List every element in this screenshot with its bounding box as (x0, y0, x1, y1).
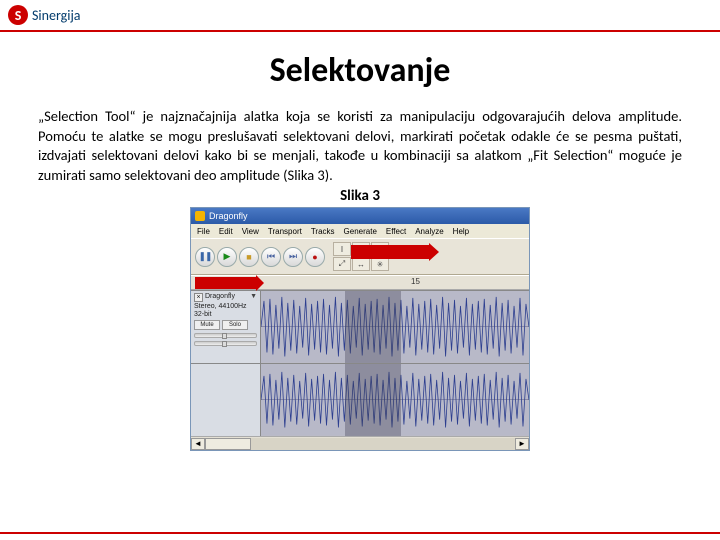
record-icon: ● (312, 252, 317, 262)
scroll-right-button[interactable]: ► (515, 438, 529, 450)
skip-start-icon: ⏮ (267, 251, 275, 262)
slider-thumb[interactable] (222, 341, 227, 347)
play-icon: ▶ (224, 251, 231, 262)
pause-icon: ❚❚ (198, 251, 211, 262)
scroll-left-button[interactable]: ◄ (191, 438, 205, 450)
stop-icon: ■ (246, 252, 251, 262)
callout-arrow-icon (351, 245, 431, 259)
pan-slider[interactable] (194, 341, 257, 346)
track-row (191, 363, 529, 436)
track-info: 32-bit (194, 310, 257, 318)
menu-item[interactable]: Analyze (415, 227, 443, 236)
track-name: Dragonfly (205, 293, 235, 300)
stop-button[interactable]: ■ (239, 247, 259, 267)
window-title: Dragonfly (209, 211, 248, 221)
top-divider (0, 30, 720, 32)
time-ruler[interactable]: 15 (191, 275, 529, 290)
menu-item[interactable]: Help (453, 227, 469, 236)
header-bar: S Sinergija (0, 0, 720, 30)
body-paragraph: „Selection Tool“ je najznačajnija alatka… (0, 107, 720, 185)
bottom-divider (0, 532, 720, 534)
selection-tool-button[interactable]: I (333, 242, 351, 256)
menu-item[interactable]: Tracks (311, 227, 335, 236)
gain-slider[interactable] (194, 333, 257, 338)
logo: S Sinergija (8, 5, 81, 25)
waveform-channel[interactable] (261, 364, 529, 436)
track-control-panel-lower (191, 364, 261, 436)
window-titlebar: Dragonfly (191, 208, 529, 224)
track-row: × Dragonfly ▼ Stereo, 44100Hz 32-bit Mut… (191, 290, 529, 363)
menu-item[interactable]: Generate (344, 227, 377, 236)
audacity-window: Dragonfly File Edit View Transport Track… (190, 207, 530, 451)
slide-title: Selektovanje (0, 50, 720, 91)
close-track-button[interactable]: × (194, 293, 203, 302)
zoom-tool-button[interactable]: ⤢ (333, 257, 351, 271)
menu-item[interactable]: View (242, 227, 259, 236)
selection-region[interactable] (345, 291, 401, 363)
transport-toolbar: ❚❚ ▶ ■ ⏮ ⏭ ● I ∿ ✎ ⤢ ↔ ✳ (191, 238, 529, 275)
skip-end-icon: ⏭ (289, 251, 297, 262)
ruler-tick-label: 15 (411, 277, 420, 286)
logo-mark: S (8, 5, 28, 25)
slider-thumb[interactable] (222, 333, 227, 339)
menu-item[interactable]: Effect (386, 227, 406, 236)
waveform-channel[interactable] (261, 291, 529, 363)
menu-item[interactable]: Edit (219, 227, 233, 236)
menu-item[interactable]: Transport (268, 227, 302, 236)
figure-caption: Slika 3 (0, 187, 720, 205)
record-button[interactable]: ● (305, 247, 325, 267)
multi-tool-button[interactable]: ✳ (371, 257, 389, 271)
solo-button[interactable]: Solo (222, 320, 248, 330)
app-icon (195, 211, 205, 221)
selection-region[interactable] (345, 364, 401, 436)
pause-button[interactable]: ❚❚ (195, 247, 215, 267)
horizontal-scrollbar[interactable]: ◄ ► (191, 436, 529, 450)
timeshift-tool-button[interactable]: ↔ (352, 257, 370, 271)
menu-bar: File Edit View Transport Tracks Generate… (191, 224, 529, 238)
track-control-panel: × Dragonfly ▼ Stereo, 44100Hz 32-bit Mut… (191, 291, 261, 363)
skip-end-button[interactable]: ⏭ (283, 247, 303, 267)
logo-text: Sinergija (32, 7, 81, 24)
mute-button[interactable]: Mute (194, 320, 220, 330)
scrollbar-thumb[interactable] (205, 438, 251, 450)
skip-start-button[interactable]: ⏮ (261, 247, 281, 267)
play-button[interactable]: ▶ (217, 247, 237, 267)
scrollbar-track[interactable] (205, 438, 515, 450)
track-menu-button[interactable]: ▼ (250, 293, 257, 300)
track-info: Stereo, 44100Hz (194, 302, 257, 310)
menu-item[interactable]: File (197, 227, 210, 236)
callout-arrow-icon (195, 277, 257, 289)
figure-wrap: Dragonfly File Edit View Transport Track… (0, 207, 720, 451)
